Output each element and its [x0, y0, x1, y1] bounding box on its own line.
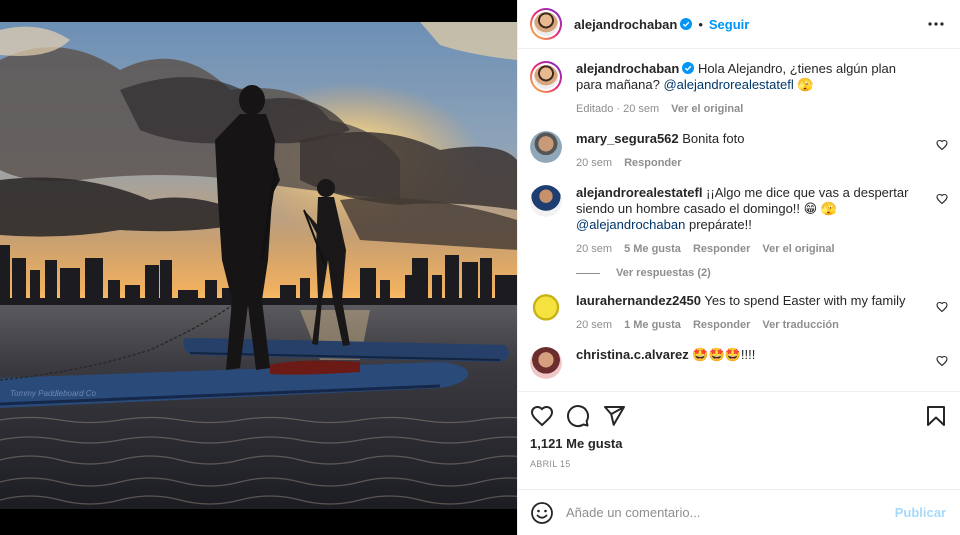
- author-username[interactable]: alejandrochaban: [574, 17, 677, 32]
- follow-button[interactable]: Seguir: [709, 17, 749, 32]
- replies-divider: [576, 272, 600, 274]
- reply-button[interactable]: Responder: [624, 155, 681, 171]
- comment-username[interactable]: laurahernandez2450: [576, 293, 701, 308]
- comment-text: 🤩🤩🤩!!!!: [692, 347, 756, 362]
- post-header: alejandrochaban • Seguir: [518, 0, 960, 49]
- like-heart-icon[interactable]: [530, 404, 554, 428]
- post-actions: 1,121 Me gusta ABRIL 15: [518, 391, 960, 489]
- comment-text: Bonita foto: [682, 131, 745, 146]
- comment-username[interactable]: mary_segura562: [576, 131, 679, 146]
- comment-time: 20 sem: [576, 157, 613, 169]
- see-translation-link[interactable]: Ver traducción: [762, 317, 838, 333]
- comment-username[interactable]: alejandrorealestatefl: [576, 185, 702, 200]
- see-original-link[interactable]: Ver el original: [762, 241, 834, 257]
- caption-mention[interactable]: @alejandrorealestatefl: [663, 77, 793, 92]
- post-modal: Tommy Paddleboard Co alejandrochaban • S…: [0, 0, 960, 535]
- comment-text: Yes to spend Easter with my family: [704, 293, 906, 308]
- view-replies-label: Ver respuestas (2): [616, 267, 711, 279]
- board-watermark: Tommy Paddleboard Co: [10, 389, 97, 398]
- add-comment-bar: Publicar: [518, 489, 960, 535]
- save-bookmark-icon[interactable]: [924, 404, 948, 428]
- comment-item: alejandrorealestatefl ¡¡Algo me dice que…: [530, 185, 948, 257]
- share-send-icon[interactable]: [602, 404, 626, 428]
- caption-username[interactable]: alejandrochaban: [576, 61, 679, 76]
- comment-likes[interactable]: 1 Me gusta: [624, 317, 681, 333]
- comment-bubble-icon[interactable]: [566, 404, 590, 428]
- reply-button[interactable]: Responder: [693, 317, 750, 333]
- like-comment-heart-icon[interactable]: [936, 355, 948, 367]
- comment-item: laurahernandez2450 Yes to spend Easter w…: [530, 293, 948, 333]
- sunset-paddleboard-photo: Tommy Paddleboard Co: [0, 22, 517, 509]
- post-image[interactable]: Tommy Paddleboard Co: [0, 0, 517, 535]
- emoji-picker-icon[interactable]: [530, 501, 554, 525]
- likes-count[interactable]: 1,121 Me gusta: [530, 436, 948, 451]
- like-comment-heart-icon[interactable]: [936, 301, 948, 313]
- caption: alejandrochaban Hola Alejandro, ¿tienes …: [530, 61, 948, 117]
- comment-item: mary_segura562 Bonita foto 20 sem Respon…: [530, 131, 948, 171]
- commenter-avatar[interactable]: [530, 185, 562, 217]
- author-avatar[interactable]: [530, 8, 562, 40]
- comment-username[interactable]: christina.c.alvarez: [576, 347, 689, 362]
- caption-edited-time: Editado · 20 sem: [576, 103, 660, 115]
- commenter-avatar[interactable]: [530, 347, 562, 379]
- author-avatar[interactable]: [530, 61, 562, 93]
- comment-time: 20 sem: [576, 319, 613, 331]
- post-details-panel: alejandrochaban • Seguir alejandrochaban…: [517, 0, 960, 535]
- separator-dot: •: [698, 16, 703, 32]
- comment-likes[interactable]: 5 Me gusta: [624, 241, 681, 257]
- verified-badge-icon: [682, 62, 695, 74]
- commenter-avatar[interactable]: [530, 131, 562, 163]
- comment-time: 20 sem: [576, 243, 613, 255]
- view-replies-button[interactable]: Ver respuestas (2): [576, 267, 948, 279]
- like-comment-heart-icon[interactable]: [936, 139, 948, 151]
- reply-button[interactable]: Responder: [693, 241, 750, 257]
- more-options-icon[interactable]: [924, 12, 948, 36]
- post-date: ABRIL 15: [530, 459, 571, 469]
- commenter-avatar[interactable]: [530, 293, 562, 325]
- comment-text-after: prepárate!!: [688, 217, 752, 232]
- comments-list[interactable]: alejandrochaban Hola Alejandro, ¿tienes …: [518, 49, 960, 391]
- add-comment-input[interactable]: [566, 505, 895, 520]
- see-original-link[interactable]: Ver el original: [671, 101, 743, 117]
- comment-item: christina.c.alvarez 🤩🤩🤩!!!!: [530, 347, 948, 379]
- verified-badge-icon: [680, 18, 693, 30]
- caption-emoji: 🫣: [797, 77, 814, 92]
- publish-button[interactable]: Publicar: [895, 505, 946, 520]
- like-comment-heart-icon[interactable]: [936, 193, 948, 205]
- comment-mention[interactable]: @alejandrochaban: [576, 217, 685, 232]
